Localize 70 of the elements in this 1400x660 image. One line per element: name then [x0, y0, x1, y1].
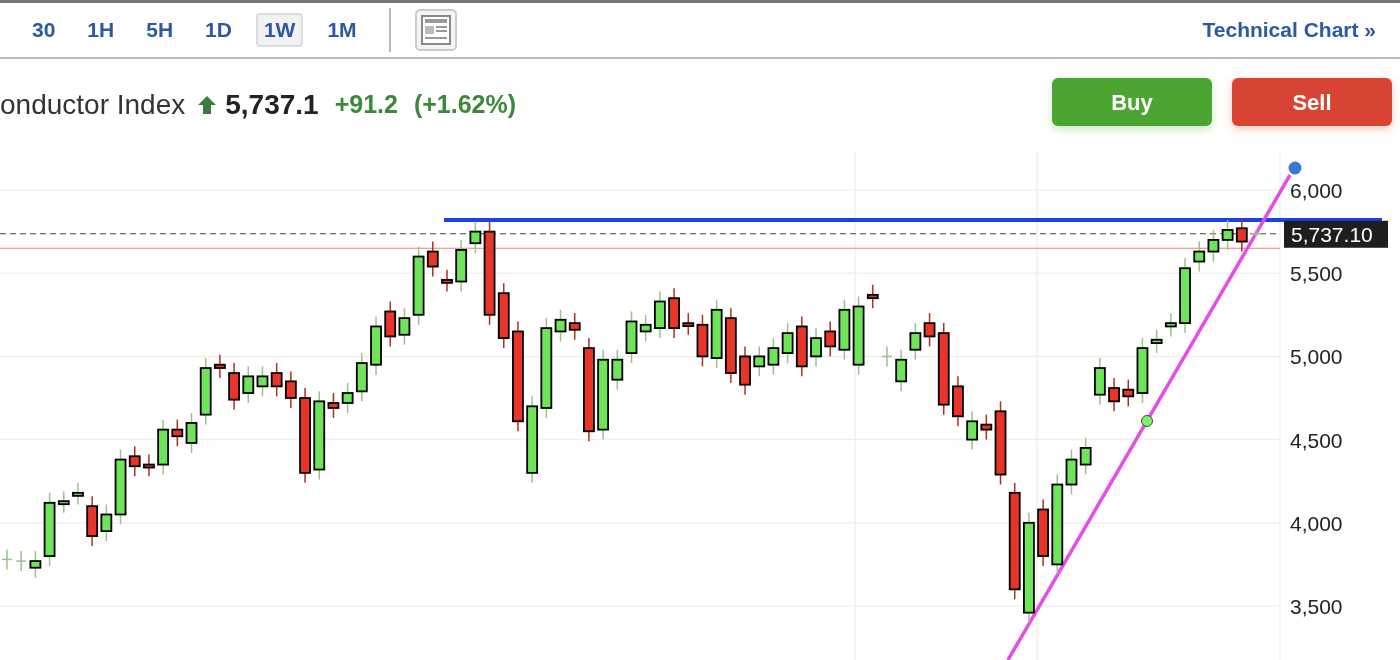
candlestick	[242, 365, 255, 404]
candlestick	[554, 309, 567, 343]
candlestick	[1193, 240, 1206, 273]
candlestick	[753, 345, 766, 378]
axis-label: 5,000	[1290, 345, 1343, 369]
candlestick	[341, 382, 354, 414]
trend-line[interactable]	[1006, 174, 1292, 660]
handle-icon[interactable]	[1288, 161, 1302, 175]
technical-chart-link[interactable]: Technical Chart »	[1202, 14, 1376, 46]
timeframe-tab[interactable]: 1W	[255, 13, 304, 47]
candlestick	[1235, 217, 1248, 253]
timeframe-tab[interactable]: 1H	[79, 13, 123, 47]
candlestick	[441, 269, 453, 293]
candlestick	[270, 362, 283, 398]
timeframe-tab[interactable]: 5H	[138, 13, 182, 47]
percent-change: (+1.62%)	[413, 89, 517, 121]
candlestick	[1164, 312, 1177, 338]
candlestick	[866, 284, 879, 309]
candlestick	[1221, 219, 1234, 251]
index-name: onductor Index	[0, 88, 186, 122]
candlestick	[29, 550, 42, 579]
timeframe-tab[interactable]: 1D	[197, 13, 240, 47]
candlestick	[923, 312, 936, 348]
candlestick	[426, 240, 439, 278]
candlestick	[682, 312, 695, 336]
candlestick	[909, 322, 922, 361]
candlestick	[966, 410, 979, 451]
candlestick	[1250, 229, 1262, 238]
candlestick	[824, 320, 837, 358]
candlestick	[810, 327, 822, 368]
axis-label: 4,000	[1290, 511, 1343, 535]
candlestick	[171, 418, 184, 448]
candlestick	[284, 370, 297, 409]
candlestick	[639, 314, 652, 343]
timeframe-tab[interactable]: 1M	[319, 13, 365, 47]
candlestick	[57, 490, 70, 514]
axis-label: 6,000	[1290, 179, 1343, 202]
anchor-point-icon[interactable]	[1141, 415, 1153, 427]
candlestick	[1150, 329, 1163, 354]
candlestick	[15, 550, 27, 572]
up-arrow-icon	[197, 95, 218, 115]
axis-label: 5,500	[1290, 262, 1343, 286]
candlestick	[256, 365, 269, 398]
candlestick	[185, 412, 198, 454]
candlestick	[72, 482, 84, 506]
candlestick	[568, 312, 581, 341]
candlestick	[398, 307, 411, 346]
candlestick	[469, 220, 482, 254]
candlestick	[1207, 229, 1220, 263]
candlestick	[895, 348, 908, 393]
candlestick	[767, 337, 780, 376]
candlestick	[128, 445, 141, 477]
current-price-label: 5,737.10	[1284, 220, 1388, 248]
candlestick	[327, 392, 340, 419]
candlestick	[1079, 437, 1092, 476]
candlestick	[781, 322, 794, 364]
candlestick	[100, 503, 113, 542]
timeframe-tab[interactable]: 30	[24, 13, 64, 47]
layout-icon[interactable]	[414, 9, 457, 51]
candlestick	[611, 348, 624, 391]
axis-label: 4,500	[1290, 428, 1343, 452]
price-change: +91.2	[334, 89, 398, 121]
candlestick	[143, 453, 155, 477]
sell-button[interactable]: Sell	[1232, 78, 1392, 126]
candlestick	[214, 353, 226, 379]
candlestick	[1122, 378, 1135, 408]
axis-label: 3,500	[1290, 595, 1343, 618]
candlestick	[980, 413, 993, 441]
candlestick	[1108, 377, 1120, 413]
index-price: 5,737.1	[225, 88, 319, 122]
